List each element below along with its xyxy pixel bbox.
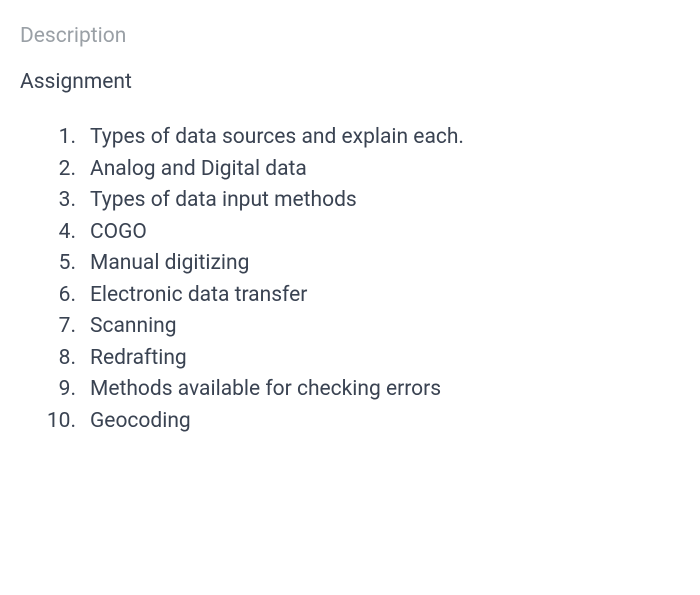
list-item: Redrafting xyxy=(20,343,680,375)
list-item-text: Manual digitizing xyxy=(90,248,680,280)
assignment-list: Types of data sources and explain each. … xyxy=(20,122,680,437)
list-item: Analog and Digital data xyxy=(20,154,680,186)
section-label: Description xyxy=(20,24,680,48)
list-item-text: Types of data sources and explain each. xyxy=(90,122,680,154)
list-item-text: Scanning xyxy=(90,311,680,343)
list-item: Methods available for checking errors xyxy=(20,374,680,406)
list-item: Manual digitizing xyxy=(20,248,680,280)
list-item-text: Analog and Digital data xyxy=(90,154,680,186)
list-item: Electronic data transfer xyxy=(20,280,680,312)
page-title: Assignment xyxy=(20,70,680,94)
list-item-text: Geocoding xyxy=(90,406,680,438)
list-item-text: Redrafting xyxy=(90,343,680,375)
list-item-text: COGO xyxy=(90,217,680,249)
list-item: Types of data sources and explain each. xyxy=(20,122,680,154)
list-item: Geocoding xyxy=(20,406,680,438)
list-item: Types of data input methods xyxy=(20,185,680,217)
list-item-text: Types of data input methods xyxy=(90,185,680,217)
list-item: COGO xyxy=(20,217,680,249)
list-item: Scanning xyxy=(20,311,680,343)
list-item-text: Methods available for checking errors xyxy=(90,374,680,406)
list-item-text: Electronic data transfer xyxy=(90,280,680,312)
